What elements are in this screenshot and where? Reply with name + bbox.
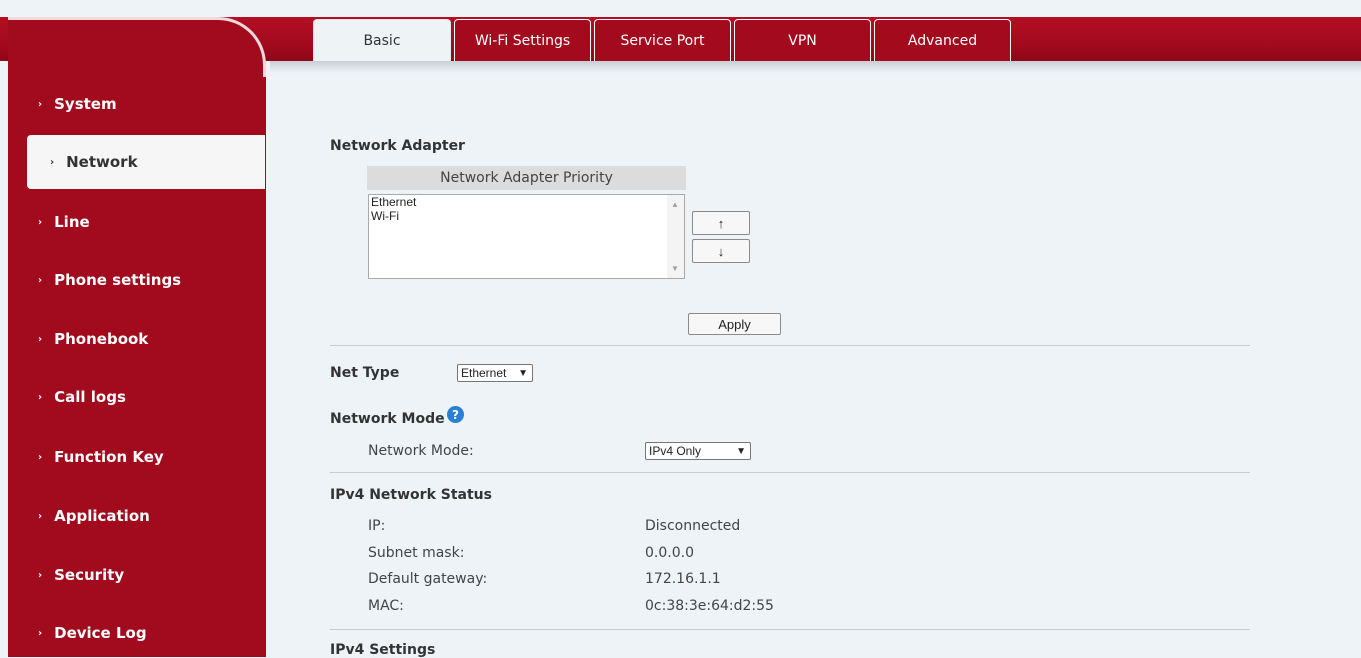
scroll-down-arrow-icon[interactable]: ▼: [671, 264, 679, 273]
ipv4-settings-title: IPv4 Settings: [330, 642, 436, 658]
sidebar-item-call-logs[interactable]: › Call logs: [8, 375, 266, 419]
chevron-right-icon: ›: [38, 391, 43, 403]
default-gateway-value: 172.16.1.1: [645, 571, 721, 587]
sidebar-item-phone-settings[interactable]: › Phone settings: [8, 258, 266, 302]
net-type-select[interactable]: Ethernet ▼: [457, 364, 533, 382]
sidebar-item-label: Application: [54, 507, 150, 525]
top-bar-shadow: [270, 61, 1361, 73]
divider: [330, 472, 1250, 473]
chevron-right-icon: ›: [38, 216, 43, 228]
network-mode-selected: IPv4 Only: [649, 444, 702, 458]
ipv4-status-title: IPv4 Network Status: [330, 487, 492, 503]
tab-advanced[interactable]: Advanced: [874, 19, 1011, 61]
subnet-mask-label: Subnet mask:: [368, 545, 465, 561]
sidebar-item-label: Device Log: [54, 624, 147, 642]
network-mode-title: Network Mode: [330, 411, 445, 427]
sidebar-item-label: System: [54, 95, 117, 113]
sidebar-corner: [8, 17, 266, 77]
sidebar-item-security[interactable]: › Security: [8, 553, 266, 597]
adapter-priority-header: Network Adapter Priority: [367, 166, 686, 190]
sidebar-item-label: Security: [54, 566, 125, 584]
chevron-right-icon: ›: [38, 98, 43, 110]
sidebar-item-label: Network: [66, 153, 138, 171]
network-mode-select[interactable]: IPv4 Only ▼: [645, 442, 751, 460]
chevron-down-icon: ▼: [518, 368, 528, 379]
chevron-down-icon: ▼: [736, 446, 746, 457]
sidebar: › System › Network › Line › Phone settin…: [8, 17, 266, 657]
sidebar-item-network[interactable]: › Network: [27, 135, 265, 189]
apply-button[interactable]: Apply: [688, 313, 781, 335]
default-gateway-label: Default gateway:: [368, 571, 488, 587]
sidebar-item-label: Call logs: [54, 388, 126, 406]
sidebar-item-phonebook[interactable]: › Phonebook: [8, 317, 266, 361]
list-item[interactable]: Wi-Fi: [369, 209, 684, 223]
chevron-right-icon: ›: [38, 451, 43, 463]
chevron-right-icon: ›: [38, 569, 43, 581]
chevron-right-icon: ›: [38, 627, 43, 639]
sidebar-item-application[interactable]: › Application: [8, 494, 266, 538]
list-scrollbar[interactable]: ▲ ▼: [667, 195, 684, 278]
sidebar-item-label: Phone settings: [54, 271, 182, 289]
sidebar-item-label: Phonebook: [54, 330, 149, 348]
scroll-up-arrow-icon[interactable]: ▲: [671, 200, 679, 209]
net-type-label: Net Type: [330, 365, 400, 381]
sidebar-item-system[interactable]: › System: [8, 82, 266, 126]
sidebar-item-label: Function Key: [54, 448, 164, 466]
sidebar-item-line[interactable]: › Line: [8, 200, 266, 244]
ip-label: IP:: [368, 518, 386, 534]
net-type-selected: Ethernet: [461, 366, 507, 380]
move-down-button[interactable]: ↓: [692, 239, 750, 263]
sidebar-item-label: Line: [54, 213, 90, 231]
sidebar-item-device-log[interactable]: › Device Log: [8, 611, 266, 655]
mac-label: MAC:: [368, 598, 404, 614]
tab-vpn[interactable]: VPN: [734, 19, 871, 61]
help-icon[interactable]: ?: [447, 406, 464, 423]
adapter-priority-list[interactable]: Ethernet Wi-Fi ▲ ▼: [368, 194, 685, 279]
chevron-right-icon: ›: [38, 274, 43, 286]
ip-value: Disconnected: [645, 518, 741, 534]
move-up-button[interactable]: ↑: [692, 211, 750, 235]
chevron-right-icon: ›: [38, 333, 43, 345]
subnet-mask-value: 0.0.0.0: [645, 545, 694, 561]
tab-service-port[interactable]: Service Port: [594, 19, 731, 61]
sidebar-item-function-key[interactable]: › Function Key: [8, 435, 266, 479]
page: › System › Network › Line › Phone settin…: [0, 0, 1361, 658]
chevron-right-icon: ›: [38, 510, 43, 522]
chevron-right-icon: ›: [50, 156, 55, 168]
network-mode-label: Network Mode:: [368, 443, 474, 459]
divider: [330, 345, 1250, 346]
tab-wifi-settings[interactable]: Wi-Fi Settings: [454, 19, 591, 61]
list-item[interactable]: Ethernet: [369, 195, 684, 209]
tab-basic[interactable]: Basic: [313, 19, 451, 61]
mac-value: 0c:38:3e:64:d2:55: [645, 598, 774, 614]
network-adapter-title: Network Adapter: [330, 138, 465, 154]
divider: [330, 629, 1250, 630]
